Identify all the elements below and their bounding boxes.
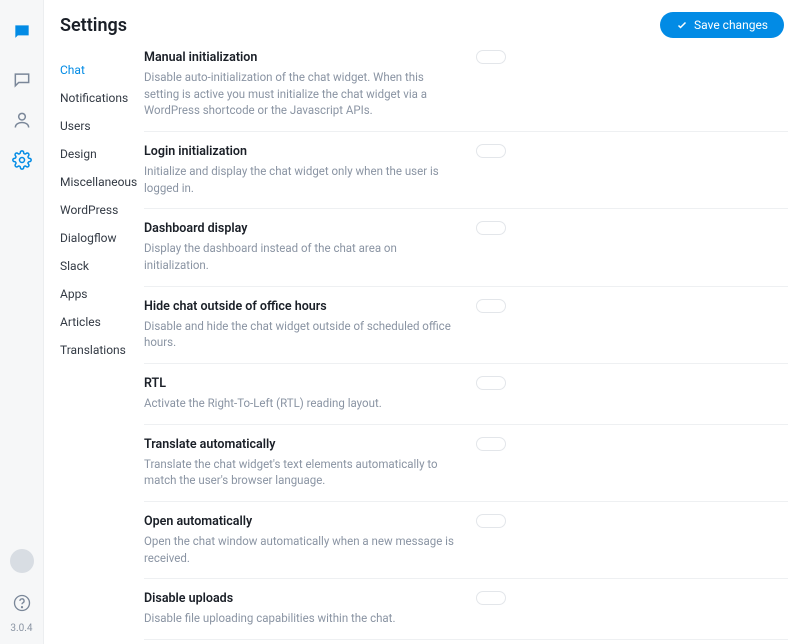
- toggle[interactable]: [476, 514, 506, 528]
- setting-row: Translate automatically Translate the cha…: [144, 424, 788, 501]
- save-button-label: Save changes: [694, 18, 768, 32]
- settings-nav-item[interactable]: Chat: [60, 56, 144, 84]
- setting-desc: Disable file uploading capabilities with…: [144, 610, 456, 627]
- settings-nav-item[interactable]: Articles: [60, 308, 144, 336]
- setting-desc: Translate the chat widget's text element…: [144, 456, 456, 489]
- setting-desc: Open the chat window automatically when …: [144, 533, 456, 566]
- setting-desc: Disable auto-initialization of the chat …: [144, 69, 456, 119]
- toggle[interactable]: [476, 144, 506, 158]
- toggle[interactable]: [476, 376, 506, 390]
- toggle[interactable]: [476, 591, 506, 605]
- page-title: Settings: [60, 15, 127, 36]
- users-icon[interactable]: [12, 110, 32, 130]
- setting-title: Hide chat outside of office hours: [144, 299, 456, 314]
- setting-row: Hide chat outside of office hours Disable…: [144, 286, 788, 363]
- settings-nav-item[interactable]: Notifications: [60, 84, 144, 112]
- settings-nav-item[interactable]: Design: [60, 140, 144, 168]
- settings-nav-item[interactable]: Apps: [60, 280, 144, 308]
- help-icon[interactable]: [12, 593, 32, 613]
- setting-desc: Activate the Right-To-Left (RTL) reading…: [144, 395, 456, 412]
- setting-title: Dashboard display: [144, 221, 456, 236]
- setting-row: ArticlesDisplay the articles section in …: [144, 639, 788, 644]
- setting-row: Disable uploads Disable file uploading ca…: [144, 578, 788, 639]
- setting-row: Open automatically Open the chat window a…: [144, 501, 788, 578]
- settings-icon[interactable]: [12, 150, 32, 170]
- settings-nav-item[interactable]: WordPress: [60, 196, 144, 224]
- setting-title: Manual initialization: [144, 50, 456, 65]
- toggle[interactable]: [476, 221, 506, 235]
- setting-title: Login initialization: [144, 144, 456, 159]
- setting-title: Open automatically: [144, 514, 456, 529]
- setting-title: Disable uploads: [144, 591, 456, 606]
- settings-nav-item[interactable]: Translations: [60, 336, 144, 364]
- setting-desc: Display the dashboard instead of the cha…: [144, 240, 456, 273]
- setting-title: Translate automatically: [144, 437, 456, 452]
- version-label: 3.0.4: [10, 623, 32, 634]
- avatar[interactable]: [10, 549, 34, 573]
- check-icon: [676, 19, 688, 31]
- settings-nav: ChatNotificationsUsersDesignMiscellaneou…: [44, 46, 144, 644]
- settings-nav-item[interactable]: Slack: [60, 252, 144, 280]
- setting-title: RTL: [144, 376, 456, 391]
- header: Settings Save changes: [44, 0, 800, 46]
- settings-nav-item[interactable]: Dialogflow: [60, 224, 144, 252]
- setting-row: RTL Activate the Right-To-Left (RTL) read…: [144, 363, 788, 424]
- setting-desc: Initialize and display the chat widget o…: [144, 163, 456, 196]
- setting-desc: Disable and hide the chat widget outside…: [144, 318, 456, 351]
- icon-rail: 3.0.4: [0, 0, 44, 644]
- toggle[interactable]: [476, 50, 506, 64]
- toggle[interactable]: [476, 437, 506, 451]
- setting-row: Manual initialization Disable auto-initia…: [144, 46, 788, 131]
- toggle[interactable]: [476, 299, 506, 313]
- settings-nav-item[interactable]: Users: [60, 112, 144, 140]
- settings-body: Manual initialization Disable auto-initia…: [144, 46, 800, 644]
- settings-nav-item[interactable]: Miscellaneous: [60, 168, 144, 196]
- brand-icon[interactable]: [12, 22, 32, 42]
- setting-row: Dashboard display Display the dashboard i…: [144, 208, 788, 285]
- conversations-icon[interactable]: [12, 70, 32, 90]
- save-button[interactable]: Save changes: [660, 12, 784, 38]
- setting-row: Login initialization Initialize and displ…: [144, 131, 788, 208]
